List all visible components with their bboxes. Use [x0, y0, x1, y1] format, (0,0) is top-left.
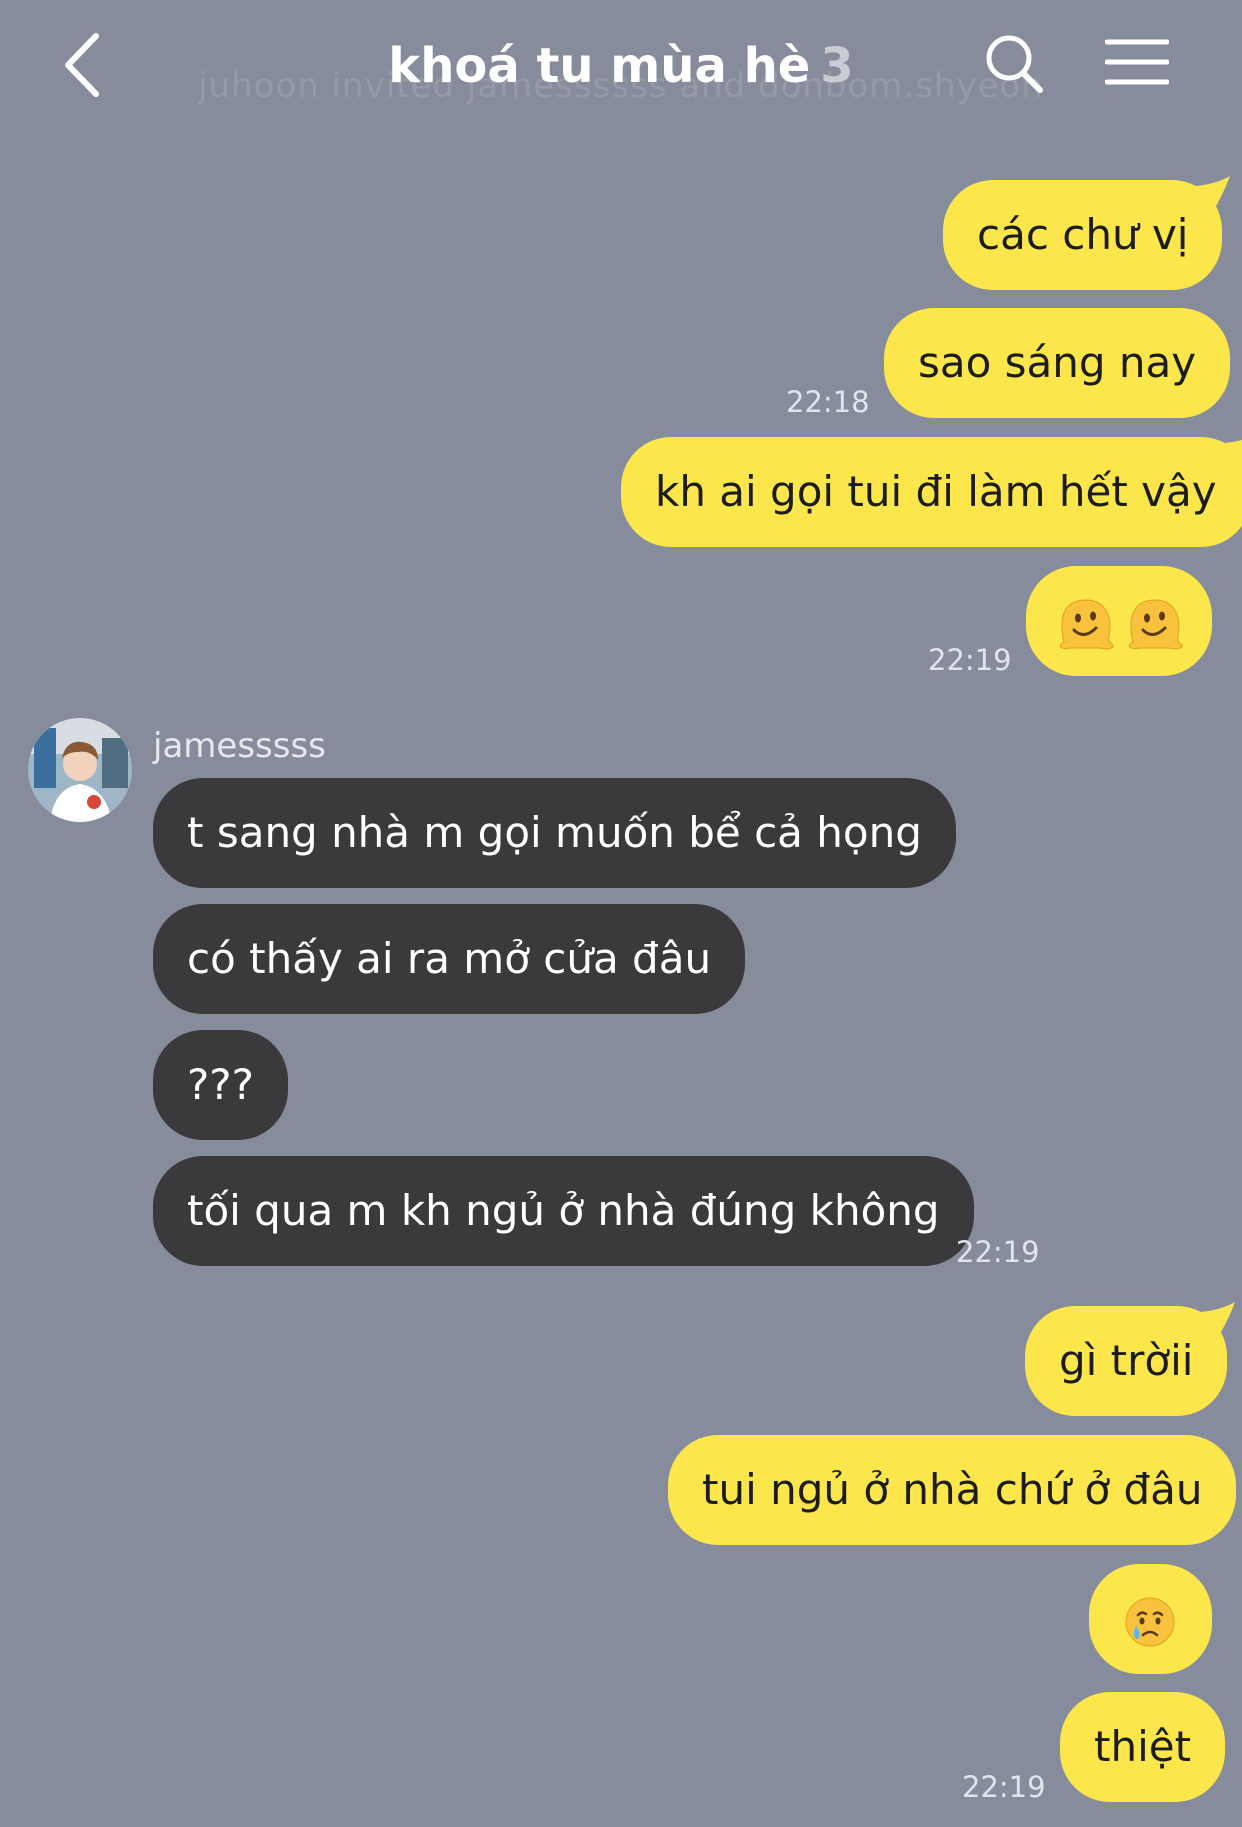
message-text: có thấy ai ra mở cửa đâu — [187, 934, 712, 983]
sender-avatar[interactable] — [28, 718, 132, 822]
melting-face-emoji — [1129, 598, 1183, 649]
message-timestamp: 22:18 — [786, 385, 870, 419]
message-text: thiệt — [1094, 1722, 1192, 1771]
my-message-bubble[interactable]: sao sáng nay — [884, 308, 1231, 418]
message-text: tui ngủ ở nhà chứ ở đâu — [702, 1465, 1203, 1514]
hamburger-menu-icon[interactable] — [1105, 38, 1169, 86]
my-message-bubble[interactable]: tui ngủ ở nhà chứ ở đâu — [668, 1435, 1237, 1545]
my-emoji-message-bubble[interactable] — [1089, 1564, 1212, 1674]
search-icon[interactable] — [985, 33, 1045, 95]
message-text: kh ai gọi tui đi làm hết vậy — [655, 467, 1217, 516]
their-message-bubble[interactable]: tối qua m kh ngủ ở nhà đúng không — [153, 1156, 974, 1266]
bubble-tail — [1201, 1302, 1236, 1332]
message-text: sao sáng nay — [918, 338, 1197, 387]
their-message-bubble[interactable]: có thấy ai ra mở cửa đâu — [153, 904, 746, 1014]
melting-face-emoji — [1059, 598, 1114, 649]
message-timestamp: 22:19 — [928, 643, 1012, 677]
message-text: gì trờii — [1059, 1336, 1194, 1385]
bubble-tail — [1196, 176, 1231, 206]
message-timestamp: 22:19 — [956, 1235, 1040, 1269]
message-text: ??? — [187, 1060, 254, 1109]
message-text: các chư vị — [977, 210, 1189, 259]
my-message-bubble[interactable]: kh ai gọi tui đi làm hết vậy — [621, 437, 1242, 547]
message-text: t sang nhà m gọi muốn bể cả họng — [187, 808, 922, 857]
my-message-bubble[interactable]: thiệt — [1060, 1692, 1226, 1802]
their-message-bubble[interactable]: t sang nhà m gọi muốn bể cả họng — [153, 778, 956, 888]
chat-title[interactable]: khoá tu mùa hè 3 — [0, 38, 1242, 94]
crying-face-emoji — [1125, 1597, 1175, 1646]
chat-header: juhoon invited jamessssss and donbom.shy… — [0, 0, 1242, 140]
avatar-photo — [28, 718, 132, 822]
message-text: tối qua m kh ngủ ở nhà đúng không — [187, 1186, 940, 1235]
my-message-bubble[interactable]: gì trờii — [1025, 1302, 1236, 1416]
my-message-bubble[interactable]: các chư vị — [943, 176, 1231, 290]
room-name: khoá tu mùa hè — [388, 38, 811, 94]
their-message-bubble[interactable]: ??? — [153, 1030, 288, 1140]
my-emoji-message-bubble[interactable] — [1026, 566, 1212, 676]
sender-name: jamesssss — [153, 726, 326, 766]
bubble-tail — [1224, 439, 1242, 461]
message-timestamp: 22:19 — [962, 1770, 1046, 1804]
member-count: 3 — [820, 38, 854, 94]
